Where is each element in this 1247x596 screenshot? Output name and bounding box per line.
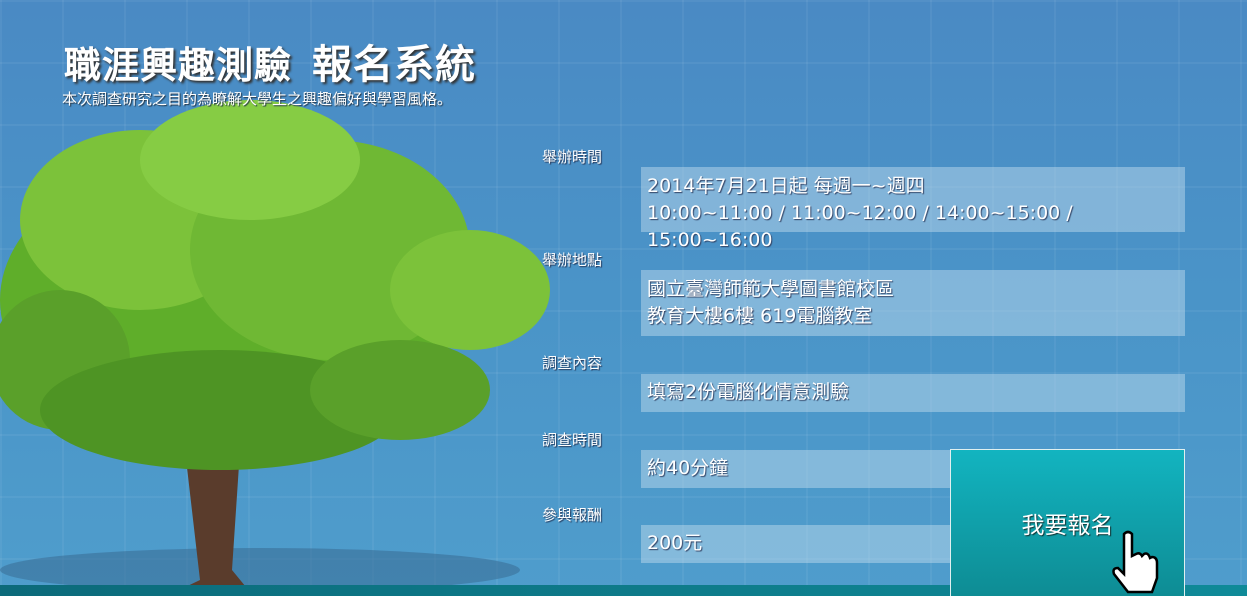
tree-image (0, 100, 550, 592)
value-event-time: 2014年7月21日起 每週一~週四 10:00~11:00 / 11:00~12… (641, 167, 1185, 251)
hand-cursor-icon (1112, 530, 1159, 594)
value-location: 國立臺灣師範大學圖書館校區 教育大樓6樓 619電腦教室 (641, 270, 1185, 336)
label-content: 調查內容 (542, 354, 603, 372)
value-line: 10:00~11:00 / 11:00~12:00 / 14:00~15:00 … (647, 202, 1073, 251)
value-content: 填寫2份電腦化情意測驗 (641, 374, 1185, 412)
page-subtitle: 本次調查研究之目的為瞭解大學生之興趣偏好與學習風格。 (62, 90, 453, 108)
value-line: 國立臺灣師範大學圖書館校區 (647, 278, 895, 300)
value-line: 教育大樓6樓 619電腦教室 (647, 305, 873, 327)
label-location: 舉辦地點 (542, 251, 603, 269)
page-title: 職涯興趣測驗 報名系統 (64, 32, 476, 90)
title-sub: 報名系統 (312, 42, 476, 88)
label-reward: 參與報酬 (542, 506, 603, 524)
title-main: 職涯興趣測驗 (64, 44, 292, 87)
value-line: 2014年7月21日起 每週一~週四 (647, 175, 925, 197)
label-duration: 調查時間 (542, 431, 603, 449)
label-event-time: 舉辦時間 (542, 148, 603, 166)
